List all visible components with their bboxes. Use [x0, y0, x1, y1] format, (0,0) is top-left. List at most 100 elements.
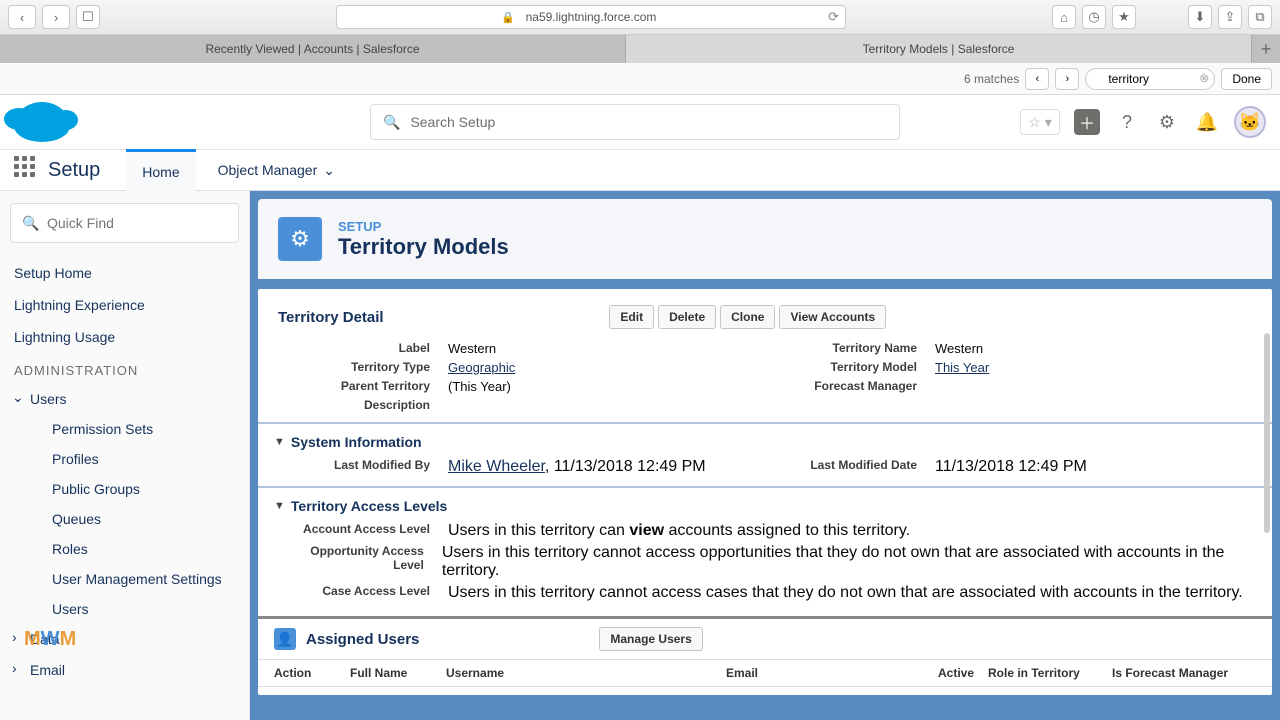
- field-value: Users in this territory cannot access ca…: [448, 584, 1243, 602]
- browser-tab-bar: Recently Viewed | Accounts | Salesforce …: [0, 35, 1280, 63]
- field-value: Mike Wheeler, 11/13/2018 12:49 PM: [448, 458, 706, 476]
- field-value-link[interactable]: This Year: [935, 360, 989, 375]
- bookmarks-icon[interactable]: ★: [1112, 5, 1136, 29]
- main-content: ⚙ SETUP Territory Models Territory Detai…: [250, 191, 1280, 720]
- field-label: Parent Territory: [278, 379, 448, 394]
- search-placeholder: Search Setup: [410, 114, 495, 130]
- setup-sidebar: 🔍 Setup Home Lightning Experience Lightn…: [0, 191, 250, 720]
- user-avatar[interactable]: 🐱: [1234, 106, 1266, 138]
- col-action: Action: [274, 666, 350, 680]
- scrollbar[interactable]: [1264, 333, 1270, 533]
- field-label: Account Access Level: [278, 522, 448, 540]
- edit-button[interactable]: Edit: [609, 305, 654, 329]
- sidebar-lightning-experience[interactable]: Lightning Experience: [10, 289, 239, 321]
- url-bar[interactable]: 🔒 na59.lightning.force.com ⟳: [336, 5, 846, 29]
- field-value: (This Year): [448, 379, 511, 394]
- view-accounts-button[interactable]: View Accounts: [779, 305, 886, 329]
- tabs-icon[interactable]: ⧉: [1248, 5, 1272, 29]
- page-title: Territory Models: [338, 234, 509, 260]
- field-value: Users in this territory can view account…: [448, 522, 910, 540]
- salesforce-logo[interactable]: [14, 102, 70, 142]
- user-link[interactable]: Mike Wheeler: [448, 458, 545, 475]
- col-forecast: Is Forecast Manager: [1112, 666, 1256, 680]
- field-label: Opportunity Access Level: [278, 544, 442, 580]
- delete-button[interactable]: Delete: [658, 305, 716, 329]
- clear-icon[interactable]: ⊗: [1199, 71, 1209, 85]
- search-icon: 🔍: [22, 215, 39, 232]
- field-label: Territory Name: [765, 341, 935, 356]
- col-fullname: Full Name: [350, 666, 446, 680]
- sidebar-permission-sets[interactable]: Permission Sets: [10, 414, 239, 444]
- help-icon[interactable]: ?: [1114, 109, 1140, 135]
- back-button[interactable]: ‹: [8, 5, 36, 29]
- find-prev-button[interactable]: ‹: [1025, 68, 1049, 90]
- sidebar-users[interactable]: Users: [10, 384, 239, 414]
- sidebar-toggle[interactable]: ☐: [76, 5, 100, 29]
- setup-gear-icon[interactable]: ⚙: [1154, 109, 1180, 135]
- watermark: MWM: [24, 628, 250, 651]
- sidebar-roles[interactable]: Roles: [10, 534, 239, 564]
- field-label: Territory Model: [765, 360, 935, 375]
- field-label: Label: [278, 341, 448, 356]
- field-value: Western: [935, 341, 983, 356]
- col-email: Email: [726, 666, 938, 680]
- sidebar-profiles[interactable]: Profiles: [10, 444, 239, 474]
- field-value: Users in this territory cannot access op…: [442, 544, 1252, 580]
- collapse-icon[interactable]: ▼: [274, 500, 285, 512]
- detail-panel: Territory Detail Edit Delete Clone View …: [258, 289, 1272, 695]
- find-matches: 6 matches: [964, 72, 1019, 86]
- field-value: Western: [448, 341, 496, 356]
- context-nav: Setup Home Object Manager⌄: [0, 149, 1280, 191]
- global-search[interactable]: 🔍 Search Setup: [370, 104, 900, 140]
- field-value: 11/13/2018 12:49 PM: [935, 458, 1087, 476]
- col-role: Role in Territory: [988, 666, 1112, 680]
- history-icon[interactable]: ◷: [1082, 5, 1106, 29]
- section-access-levels: Territory Access Levels: [291, 498, 447, 514]
- browser-tab[interactable]: Recently Viewed | Accounts | Salesforce: [0, 35, 626, 63]
- sidebar-public-groups[interactable]: Public Groups: [10, 474, 239, 504]
- manage-users-button[interactable]: Manage Users: [599, 627, 702, 651]
- app-name: Setup: [48, 159, 100, 182]
- section-assigned-users: Assigned Users: [306, 631, 419, 648]
- field-label: Territory Type: [278, 360, 448, 375]
- new-tab-button[interactable]: +: [1252, 35, 1280, 63]
- field-label: Last Modified By: [278, 458, 448, 476]
- lock-icon: 🔒: [501, 11, 515, 24]
- sidebar-email[interactable]: Email: [10, 655, 239, 685]
- home-icon[interactable]: ⌂: [1052, 5, 1076, 29]
- col-username: Username: [446, 666, 726, 680]
- favorites-button[interactable]: ☆ ▾: [1020, 109, 1060, 135]
- clone-button[interactable]: Clone: [720, 305, 775, 329]
- sidebar-lightning-usage[interactable]: Lightning Usage: [10, 321, 239, 353]
- sidebar-queues[interactable]: Queues: [10, 504, 239, 534]
- sidebar-user-mgmt-settings[interactable]: User Management Settings: [10, 564, 239, 594]
- sidebar-users-sub[interactable]: Users: [10, 594, 239, 624]
- forward-button[interactable]: ›: [42, 5, 70, 29]
- find-input[interactable]: [1085, 68, 1215, 90]
- share-icon[interactable]: ⇪: [1218, 5, 1242, 29]
- find-done-button[interactable]: Done: [1221, 68, 1272, 90]
- sidebar-setup-home[interactable]: Setup Home: [10, 257, 239, 289]
- field-value-link[interactable]: Geographic: [448, 360, 515, 375]
- add-button[interactable]: ＋: [1074, 109, 1100, 135]
- find-next-button[interactable]: ›: [1055, 68, 1079, 90]
- tab-home[interactable]: Home: [126, 149, 195, 191]
- col-active: Active: [938, 666, 988, 680]
- table-header-row: Action Full Name Username Email Active R…: [258, 659, 1272, 687]
- gear-icon: ⚙: [278, 217, 322, 261]
- field-label: Description: [278, 398, 448, 412]
- reload-icon[interactable]: ⟳: [828, 9, 839, 25]
- field-label: Last Modified Date: [765, 458, 935, 476]
- notifications-icon[interactable]: 🔔: [1194, 109, 1220, 135]
- field-label: Case Access Level: [278, 584, 448, 602]
- collapse-icon[interactable]: ▼: [274, 436, 285, 448]
- app-header: 🔍 Search Setup ☆ ▾ ＋ ? ⚙ 🔔 🐱: [0, 95, 1280, 149]
- quick-find-input[interactable]: [10, 203, 239, 243]
- downloads-icon[interactable]: ⬇: [1188, 5, 1212, 29]
- app-launcher-icon[interactable]: [14, 156, 42, 184]
- tab-object-manager[interactable]: Object Manager⌄: [202, 149, 351, 191]
- browser-toolbar: ‹ › ☐ 🔒 na59.lightning.force.com ⟳ ⌂ ◷ ★…: [0, 0, 1280, 35]
- browser-tab[interactable]: Territory Models | Salesforce: [626, 35, 1252, 63]
- url-text: na59.lightning.force.com: [526, 10, 657, 24]
- search-icon: 🔍: [383, 114, 400, 131]
